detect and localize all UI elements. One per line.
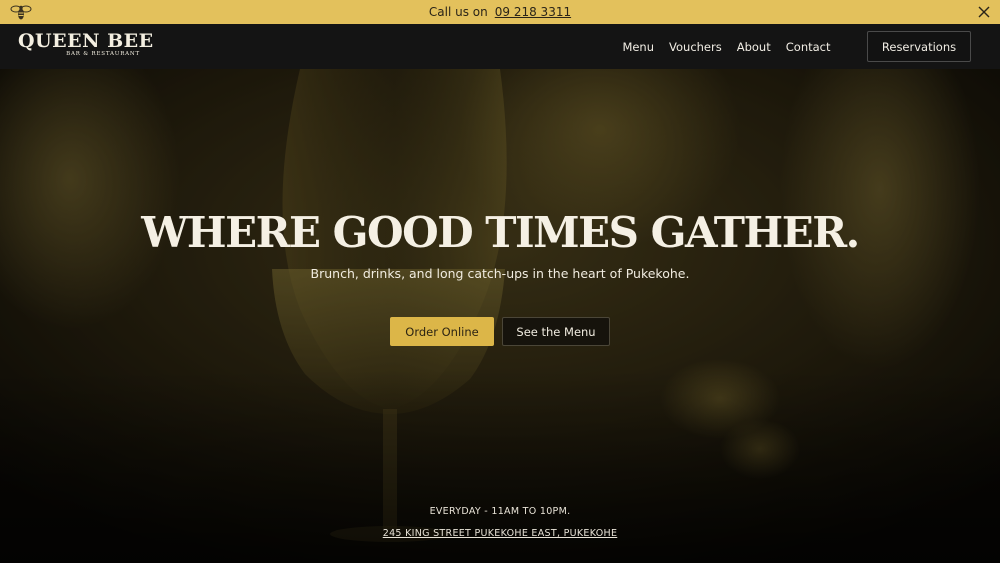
nav-link-vouchers[interactable]: Vouchers <box>662 40 730 54</box>
see-menu-button[interactable]: See the Menu <box>502 317 610 346</box>
reservations-button[interactable]: Reservations <box>867 31 971 62</box>
address: 245 KING STREET PUKEKOHE EAST, PUKEKOHE <box>0 528 1000 539</box>
hero-section: WHERE GOOD TIMES GATHER. Brunch, drinks,… <box>0 69 1000 563</box>
site-logo[interactable]: QUEEN BEE BAR & RESTAURANT <box>18 30 154 64</box>
opening-hours: EVERYDAY - 11AM TO 10PM. <box>429 506 571 517</box>
address-link[interactable]: 245 KING STREET PUKEKOHE EAST, PUKEKOHE <box>383 528 618 539</box>
announcement-bar: Call us on 09 218 3311 <box>0 0 1000 24</box>
main-nav: QUEEN BEE BAR & RESTAURANT Menu Vouchers… <box>0 24 1000 69</box>
hero-title: WHERE GOOD TIMES GATHER. <box>141 208 860 257</box>
nav-link-about[interactable]: About <box>729 40 778 54</box>
hero-subtitle: Brunch, drinks, and long catch-ups in th… <box>310 266 690 281</box>
order-online-button[interactable]: Order Online <box>390 317 494 346</box>
nav-link-contact[interactable]: Contact <box>778 40 838 54</box>
close-icon[interactable] <box>976 4 992 20</box>
call-us-label: Call us on <box>428 5 488 19</box>
phone-link[interactable]: 09 218 3311 <box>495 5 571 19</box>
logo-name: QUEEN BEE <box>18 30 154 52</box>
nav-links: Menu Vouchers About Contact <box>615 24 838 69</box>
bee-icon <box>10 3 32 21</box>
hero-background-image <box>0 69 1000 563</box>
nav-link-menu[interactable]: Menu <box>615 40 662 54</box>
